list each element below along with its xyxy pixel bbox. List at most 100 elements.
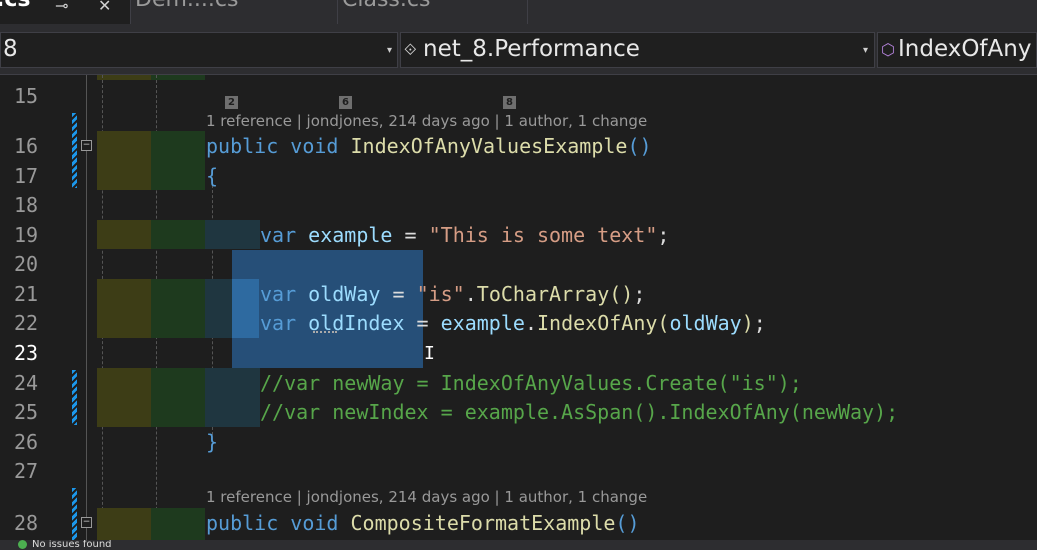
codelens-count-badge[interactable]: 8 (503, 96, 516, 109)
parens: () (615, 511, 640, 535)
margin-highlight (205, 368, 260, 427)
method-name: IndexOfAny (536, 311, 658, 335)
brace: { (206, 164, 219, 188)
project-dropdown[interactable]: 8 ▾ (0, 32, 398, 68)
editor-status-bar: No issues found (0, 540, 1037, 550)
parens: () (627, 134, 652, 158)
collapse-icon[interactable]: − (81, 140, 92, 151)
navigation-bar: 8 ▾ ⟐ net_8.Performance ▾ ⬡ IndexOfAny (0, 24, 1037, 75)
text-selection (232, 279, 259, 338)
keyword: void (290, 511, 339, 535)
string-literal: "This is some text" (428, 223, 658, 247)
keyword: var (260, 223, 297, 247)
namespace-dropdown-value: net_8.Performance (423, 36, 640, 62)
code-line-19: var example = "This is some text"; (260, 223, 669, 247)
codelens-count-badge[interactable]: 6 (339, 96, 352, 109)
change-marker (72, 488, 77, 540)
codelens-info[interactable]: 1 reference | jondjones, 214 days ago | … (206, 112, 647, 130)
project-dropdown-value: 8 (3, 36, 18, 62)
line-number: 27 (14, 459, 39, 483)
collapse-icon[interactable]: − (81, 517, 92, 528)
keyword: public (206, 134, 279, 158)
check-circle-icon (18, 540, 27, 549)
keyword: void (290, 134, 339, 158)
line-number: 25 (14, 400, 39, 424)
code-line-25: //var newIndex = example.AsSpan().IndexO… (260, 400, 899, 424)
brace: } (206, 430, 219, 454)
string-literal: "is" (416, 282, 465, 306)
member-dropdown[interactable]: ⬡ IndexOfAny (877, 32, 1037, 68)
margin-highlight (205, 220, 260, 249)
tab-active-file[interactable]: .cs ⊸ ✕ (0, 0, 130, 24)
semicolon: ; (753, 311, 766, 335)
tab-dem-file[interactable]: Dem....cs (131, 0, 337, 24)
margin-highlight (205, 279, 232, 338)
change-marker (72, 370, 77, 425)
margin-highlight (97, 220, 151, 249)
namespace-dropdown[interactable]: ⟐ net_8.Performance ▾ (400, 32, 875, 68)
code-editor[interactable]: − − 15 16 17 18 19 20 21 22 23 24 25 26 … (0, 75, 1037, 540)
identifier: example (440, 311, 525, 335)
code-line-21: var oldWay = "is".ToCharArray(); (260, 282, 645, 306)
tab-label: Class.cs (342, 0, 430, 12)
keyword: var (260, 311, 297, 335)
dot: . (464, 282, 477, 306)
line-number: 18 (14, 193, 39, 217)
namespace-icon: ⟐ (404, 40, 417, 59)
method-name: CompositeFormatExample (350, 511, 616, 535)
paren: ) (741, 311, 754, 335)
margin-highlight (151, 279, 205, 338)
line-number: 20 (14, 252, 39, 276)
line-number: 19 (14, 223, 39, 247)
keyword: public (206, 511, 279, 535)
tab-class-file[interactable]: Class.cs (338, 0, 528, 24)
member-dropdown-value: IndexOfAny (898, 36, 1032, 62)
line-number: 17 (14, 164, 39, 188)
margin-highlight (97, 279, 151, 338)
identifier: oldWay (669, 311, 742, 335)
code-line-28: public void CompositeFormatExample() (206, 511, 640, 535)
line-number: 15 (14, 84, 39, 108)
line-number: 26 (14, 430, 39, 454)
keyword: var (260, 282, 297, 306)
codelens-info[interactable]: 1 reference | jondjones, 214 days ago | … (206, 488, 647, 506)
method-name: ToCharArray (476, 282, 610, 306)
codelens-count-badge[interactable]: 2 (225, 96, 238, 109)
close-icon[interactable]: ✕ (98, 0, 111, 15)
suggestion-dots (313, 331, 337, 333)
line-number: 16 (14, 134, 39, 158)
margin-highlight (97, 131, 151, 190)
pin-icon[interactable]: ⊸ (55, 0, 68, 15)
line-number: 21 (14, 282, 39, 306)
code-line-16: public void IndexOfAnyValuesExample() (206, 134, 652, 158)
line-number: 28 (14, 511, 39, 535)
line-number-current: 23 (14, 341, 39, 365)
margin-highlight (97, 368, 151, 427)
line-number: 22 (14, 311, 39, 335)
margin-highlight (97, 75, 151, 80)
tab-label: Dem....cs (135, 0, 238, 12)
parens: () (609, 282, 634, 306)
semicolon: ; (657, 223, 670, 247)
text-cursor-icon: I (424, 343, 435, 364)
margin-highlight (151, 508, 205, 540)
tab-label: .cs (0, 0, 31, 12)
operator: = (416, 311, 429, 335)
change-marker (72, 113, 77, 188)
margin-highlight (151, 368, 205, 427)
paren: ( (657, 311, 670, 335)
issues-status[interactable]: No issues found (32, 540, 112, 550)
method-name: IndexOfAnyValuesExample (350, 134, 628, 158)
tab-divider (527, 0, 528, 24)
text-selection (232, 250, 423, 368)
margin-highlight (151, 75, 205, 80)
chevron-down-icon: ▾ (863, 45, 869, 56)
identifier: example (308, 223, 393, 247)
semicolon: ; (633, 282, 646, 306)
margin-highlight (97, 508, 151, 540)
margin-highlight (151, 220, 205, 249)
dot: . (524, 311, 537, 335)
method-cube-icon: ⬡ (881, 40, 895, 59)
code-line-24: //var newWay = IndexOfAnyValues.Create("… (260, 371, 802, 395)
identifier: oldWay (308, 282, 381, 306)
